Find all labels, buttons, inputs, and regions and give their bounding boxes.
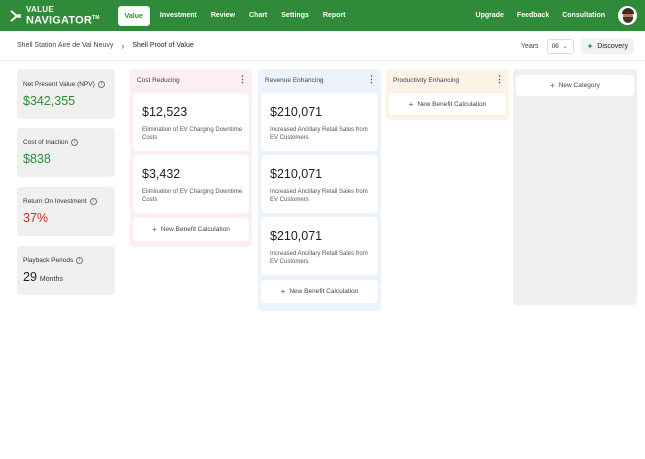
new-category-label: New Category	[558, 82, 600, 89]
plus-icon: +	[280, 287, 286, 296]
column-productivity-enhancing: Productivity Enhancing ⋮ + New Benefit C…	[386, 69, 509, 120]
chevron-down-icon: ⌄	[562, 43, 568, 50]
new-category-button[interactable]: + New Category	[516, 75, 634, 96]
plus-icon: +	[550, 81, 555, 90]
toolbar-right: Years 06 ⌄ ✦ Discovery	[521, 31, 634, 61]
benefit-description: Increased Ancillary Retail Sales from EV…	[270, 189, 368, 203]
info-icon[interactable]: i	[97, 81, 105, 88]
more-options-icon[interactable]: ⋮	[238, 75, 247, 84]
benefit-description: Increased Ancillary Retail Sales from EV…	[270, 251, 368, 265]
new-benefit-label: New Benefit Calculation	[160, 226, 230, 233]
nav-chart[interactable]: Chart	[242, 6, 274, 26]
column-title: Cost Reducing	[137, 77, 180, 84]
new-benefit-button[interactable]: + New Benefit Calculation	[261, 280, 378, 303]
benefit-card[interactable]: $210,071 Increased Ancillary Retail Sale…	[261, 93, 378, 151]
column-cost-reducing: Cost Reducing ⋮ $12,523 Elimination of E…	[130, 69, 252, 247]
new-benefit-button[interactable]: + New Benefit Calculation	[389, 93, 506, 115]
column-new-category: + New Category	[513, 69, 637, 305]
sparkle-icon: ✦	[586, 41, 594, 51]
benefit-amount: $210,071	[270, 167, 323, 181]
metric-label: Net Present Value (NPV)	[23, 81, 95, 88]
metric-unit: Months	[39, 276, 63, 283]
benefit-card[interactable]: $210,071 Increased Ancillary Retail Sale…	[261, 217, 378, 275]
years-value: 06	[551, 42, 559, 50]
top-nav-bar: VALUE NAVIGATORTM Value Investment Revie…	[0, 0, 645, 31]
metric-value: 37%	[23, 211, 49, 225]
main-nav: Value Investment Review Chart Settings R…	[117, 5, 353, 26]
breadcrumb: Shell Station Aire de Val Neuvy › Shell …	[0, 31, 645, 61]
metric-label: Cost of Inaction	[23, 139, 69, 146]
nav-settings[interactable]: Settings	[274, 6, 316, 26]
benefit-description: Elimination of EV Charging Downtime Cost…	[142, 127, 243, 141]
metric-npv: Net Present Value (NPV) i $342,355	[17, 69, 115, 119]
new-benefit-button[interactable]: + New Benefit Calculation	[133, 218, 249, 241]
breadcrumb-current: Shell Proof of Value	[132, 42, 194, 49]
right-nav: Upgrade Feedback Consultation	[463, 0, 637, 31]
brand-line1: VALUE	[26, 5, 55, 15]
new-benefit-label: New Benefit Calculation	[289, 288, 359, 295]
benefit-amount: $210,071	[270, 105, 323, 119]
metric-value: $838	[23, 152, 51, 166]
benefit-card[interactable]: $210,071 Increased Ancillary Retail Sale…	[261, 155, 378, 213]
metric-value: 29	[23, 270, 37, 284]
new-benefit-label: New Benefit Calculation	[417, 100, 487, 108]
benefit-description: Elimination of EV Charging Downtime Cost…	[142, 189, 243, 203]
more-options-icon[interactable]: ⋮	[495, 75, 504, 84]
metric-roi: Return On Investment i 37%	[17, 187, 115, 236]
user-avatar[interactable]	[618, 6, 637, 25]
info-icon[interactable]: i	[71, 139, 79, 146]
brand-logo[interactable]: VALUE NAVIGATORTM	[7, 5, 100, 26]
column-title: Revenue Enhancing	[265, 77, 324, 84]
nav-upgrade[interactable]: Upgrade	[476, 12, 504, 19]
chevron-right-icon: ›	[121, 40, 125, 51]
column-title: Productivity Enhancing	[393, 77, 460, 84]
plus-icon: +	[152, 225, 157, 234]
breadcrumb-station[interactable]: Shell Station Aire de Val Neuvy	[17, 42, 113, 49]
nav-consultation[interactable]: Consultation	[562, 12, 605, 19]
years-select[interactable]: 06 ⌄	[546, 38, 574, 54]
info-icon[interactable]: i	[76, 257, 84, 264]
benefit-amount: $3,432	[142, 167, 181, 181]
metric-payback: Playback Periods i 29 Months	[17, 246, 115, 295]
column-revenue-enhancing: Revenue Enhancing ⋮ $210,071 Increased A…	[258, 69, 381, 311]
metric-value: $342,355	[23, 94, 76, 108]
benefit-description: Increased Ancillary Retail Sales from EV…	[270, 127, 368, 141]
brand-line2: NAVIGATOR	[26, 14, 92, 27]
brand-tm: TM	[91, 15, 100, 22]
nav-value[interactable]: Value	[117, 5, 150, 26]
nav-review[interactable]: Review	[204, 6, 242, 26]
info-icon[interactable]: i	[89, 198, 97, 205]
discovery-button[interactable]: ✦ Discovery	[580, 38, 634, 54]
more-options-icon[interactable]: ⋮	[367, 75, 376, 84]
benefit-card[interactable]: $12,523 Elimination of EV Charging Downt…	[133, 93, 249, 151]
benefit-amount: $12,523	[142, 105, 188, 119]
nav-investment[interactable]: Investment	[153, 6, 204, 26]
compass-logo-icon	[10, 9, 21, 22]
nav-feedback[interactable]: Feedback	[517, 12, 549, 19]
benefit-amount: $210,071	[270, 229, 323, 243]
plus-icon: +	[408, 99, 414, 109]
years-label: Years	[520, 42, 539, 50]
metric-cost-of-inaction: Cost of Inaction i $838	[17, 128, 115, 177]
benefit-card[interactable]: $3,432 Elimination of EV Charging Downti…	[133, 155, 249, 213]
nav-report[interactable]: Report	[316, 6, 353, 26]
metric-label: Playback Periods	[23, 257, 74, 264]
discovery-label: Discovery	[597, 42, 628, 50]
metric-label: Return On Investment	[23, 198, 87, 205]
